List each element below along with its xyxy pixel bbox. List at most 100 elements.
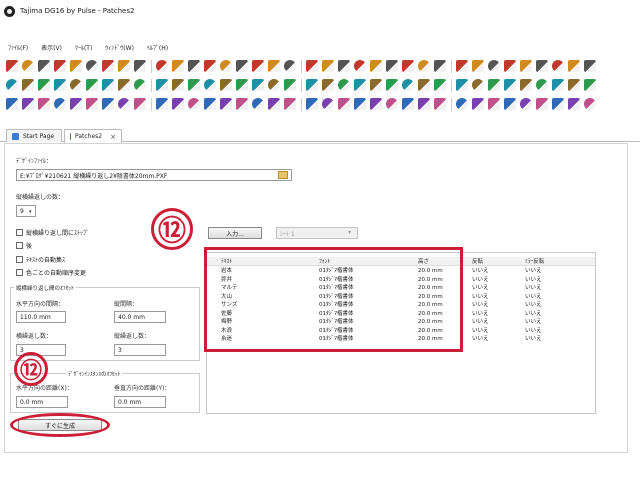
v-repeat-field[interactable]: 3 [114, 344, 166, 356]
text-icon[interactable] [22, 98, 34, 110]
copy-icon[interactable] [134, 98, 146, 110]
stitch-icon[interactable] [54, 79, 66, 91]
paste-icon[interactable] [156, 98, 168, 110]
open-folder-icon[interactable] [22, 60, 34, 72]
text-icon[interactable] [536, 60, 548, 72]
undo-icon[interactable] [568, 79, 580, 91]
cut-icon[interactable] [236, 79, 248, 91]
save-icon[interactable] [370, 98, 382, 110]
folder-icon[interactable] [278, 171, 288, 179]
stop-between-repeats-checkbox[interactable]: 縦横繰り返し間にｽﾄｯﾌﾟ [16, 228, 89, 237]
shape-icon[interactable] [236, 60, 248, 72]
paste-icon[interactable] [386, 60, 398, 72]
design-file-field[interactable]: E:¥ﾌﾞﾛｸﾞ¥210621 縦横繰り返し2¥陰書体20mm.PXF [16, 169, 292, 181]
col-header-mirror[interactable]: ﾐﾗｰ反転 [525, 258, 544, 266]
new-file-icon[interactable] [54, 98, 66, 110]
paste-icon[interactable] [102, 60, 114, 72]
redo-icon[interactable] [584, 79, 596, 91]
grid-icon[interactable] [86, 79, 98, 91]
undo-icon[interactable] [456, 98, 468, 110]
save-icon[interactable] [86, 98, 98, 110]
menu-window[interactable]: ｳｨﾝﾄﾞｳ(W) [105, 43, 134, 52]
pointer-icon[interactable] [386, 79, 398, 91]
text-icon[interactable] [134, 79, 146, 91]
text-icon[interactable] [584, 98, 596, 110]
stitch-icon[interactable] [220, 98, 232, 110]
grid-icon[interactable] [488, 60, 500, 72]
save-icon[interactable] [322, 60, 334, 72]
shape-icon[interactable] [402, 79, 414, 91]
text-icon[interactable] [418, 79, 430, 91]
zoom-icon[interactable] [488, 98, 500, 110]
copy-icon[interactable] [252, 79, 264, 91]
color-icon[interactable] [70, 79, 82, 91]
copy-icon[interactable] [536, 79, 548, 91]
settings-icon[interactable] [552, 60, 564, 72]
zoom-icon[interactable] [322, 79, 334, 91]
settings-icon[interactable] [268, 60, 280, 72]
menu-file[interactable]: ﾌｧｲﾙ(F) [8, 43, 28, 52]
copy-icon[interactable] [370, 60, 382, 72]
stitch-icon[interactable] [456, 60, 468, 72]
new-file-icon[interactable] [338, 98, 350, 110]
open-folder-icon[interactable] [306, 60, 318, 72]
tab-start-page[interactable]: Start Page [6, 129, 62, 142]
undo-icon[interactable] [172, 98, 184, 110]
copy-icon[interactable] [86, 60, 98, 72]
shape-icon[interactable] [568, 98, 580, 110]
stitch-icon[interactable] [504, 98, 516, 110]
redo-icon[interactable] [306, 79, 318, 91]
paste-icon[interactable] [434, 98, 446, 110]
undo-icon[interactable] [118, 60, 130, 72]
grid-icon[interactable] [370, 79, 382, 91]
print-icon[interactable] [102, 98, 114, 110]
open-folder-icon[interactable] [584, 60, 596, 72]
back-checkbox[interactable]: 後 [16, 241, 32, 250]
shape-icon[interactable] [520, 60, 532, 72]
color-icon[interactable] [472, 60, 484, 72]
shape-icon[interactable] [118, 79, 130, 91]
print-icon[interactable] [504, 79, 516, 91]
tab-patches2[interactable]: Patches2 × [64, 129, 122, 143]
menu-help[interactable]: ﾍﾙﾌﾟ(H) [147, 43, 168, 52]
print-icon[interactable] [220, 79, 232, 91]
grid-icon[interactable] [536, 98, 548, 110]
color-icon[interactable] [520, 98, 532, 110]
cut-icon[interactable] [354, 60, 366, 72]
new-file-icon[interactable] [568, 60, 580, 72]
color-order-checkbox[interactable]: 色ごとの自動順序変更 [16, 268, 86, 277]
zoom-icon[interactable] [434, 60, 446, 72]
new-file-icon[interactable] [284, 60, 296, 72]
save-icon[interactable] [488, 79, 500, 91]
text-auto-checkbox[interactable]: ﾃｷｽﾄの自動集ｽ [16, 255, 65, 264]
undo-icon[interactable] [402, 60, 414, 72]
print-icon[interactable] [54, 60, 66, 72]
text-icon[interactable] [252, 60, 264, 72]
repeat-count-field[interactable]: 9 [16, 205, 36, 217]
redo-icon[interactable] [134, 60, 146, 72]
cut-icon[interactable] [118, 98, 130, 110]
grid-icon[interactable] [204, 60, 216, 72]
color-icon[interactable] [236, 98, 248, 110]
col-header-flip[interactable]: 反転 [472, 258, 483, 266]
undo-icon[interactable] [6, 79, 18, 91]
close-tab-icon[interactable]: × [110, 133, 116, 141]
shape-icon[interactable] [284, 98, 296, 110]
y-distance-field[interactable]: 0.0 mm [114, 396, 166, 408]
cut-icon[interactable] [520, 79, 532, 91]
pointer-icon[interactable] [268, 98, 280, 110]
zoom-icon[interactable] [156, 60, 168, 72]
grid-icon[interactable] [252, 98, 264, 110]
chevron-down-icon[interactable]: ▾ [348, 229, 351, 236]
save-icon[interactable] [38, 60, 50, 72]
zoom-icon[interactable] [204, 98, 216, 110]
stitch-icon[interactable] [172, 60, 184, 72]
new-file-icon[interactable] [456, 79, 468, 91]
redo-icon[interactable] [188, 98, 200, 110]
settings-icon[interactable] [156, 79, 168, 91]
shape-icon[interactable] [6, 98, 18, 110]
new-file-icon[interactable] [6, 60, 18, 72]
pointer-icon[interactable] [102, 79, 114, 91]
menu-view[interactable]: 表示(V) [41, 43, 62, 52]
h-spacing-field[interactable]: 110.0 mm [16, 311, 66, 323]
